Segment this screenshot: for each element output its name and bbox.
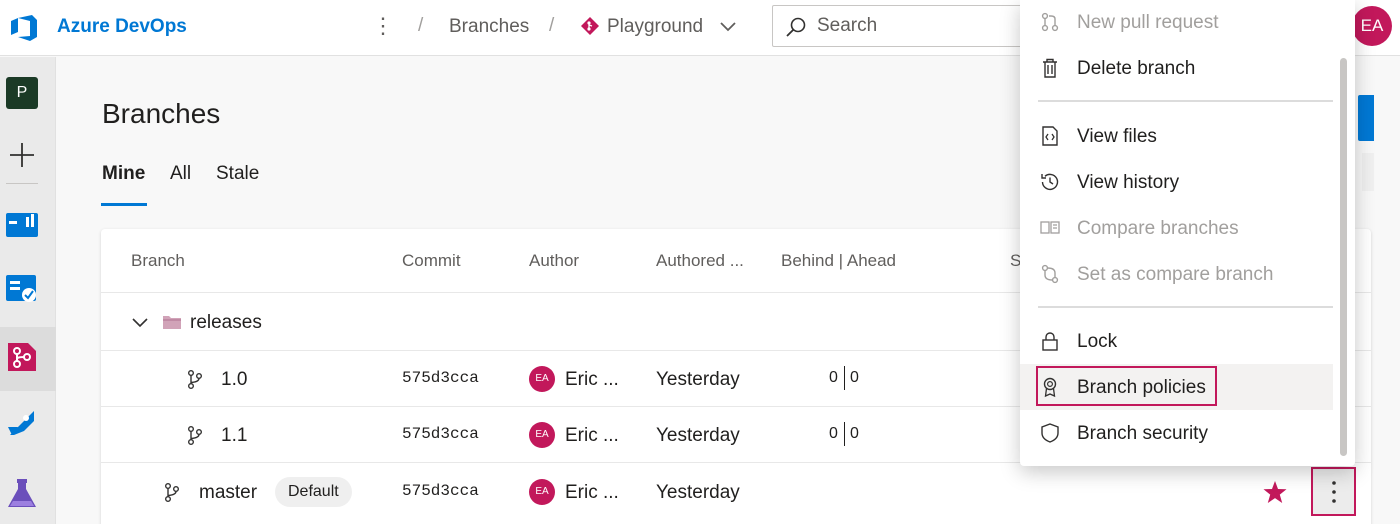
authored-date: Yesterday xyxy=(656,425,740,446)
folder-name[interactable]: releases xyxy=(190,312,262,334)
left-navigation: P xyxy=(0,57,56,524)
behind-ahead-divider xyxy=(844,366,845,390)
menu-scrollbar[interactable] xyxy=(1340,58,1347,456)
menu-item-compare-branches[interactable]: Compare branches xyxy=(1020,206,1335,252)
nav-divider xyxy=(6,183,38,184)
page-title: Branches xyxy=(102,98,221,129)
search-icon xyxy=(786,17,806,37)
menu-item-label: Branch security xyxy=(1077,423,1208,444)
breadcrumb-separator: / xyxy=(418,15,424,36)
default-badge: Default xyxy=(275,477,352,507)
behind-count: 0 xyxy=(829,425,838,442)
chevron-down-icon[interactable] xyxy=(718,17,738,37)
author-name: Eric ... xyxy=(565,425,619,446)
search-box[interactable] xyxy=(772,5,1032,47)
search-input[interactable] xyxy=(817,14,1017,38)
menu-item-view-history[interactable]: View history xyxy=(1020,160,1335,206)
azure-devops-logo-icon[interactable] xyxy=(8,12,40,44)
pipelines-icon[interactable] xyxy=(4,405,40,441)
column-header-behind-ahead[interactable]: Behind | Ahead xyxy=(781,251,896,271)
authored-date: Yesterday xyxy=(656,482,740,503)
menu-item-label: Lock xyxy=(1077,331,1118,352)
authored-date: Yesterday xyxy=(656,369,740,390)
author-name: Eric ... xyxy=(565,369,619,390)
lock-icon xyxy=(1042,332,1058,351)
menu-item-label: Set as compare branch xyxy=(1077,264,1274,285)
add-icon[interactable] xyxy=(6,139,38,171)
ahead-count: 0 xyxy=(850,369,859,386)
behind-ahead-divider xyxy=(844,422,845,446)
pull-request-icon xyxy=(1041,12,1059,32)
repo-icon xyxy=(581,17,599,35)
menu-item-label: New pull request xyxy=(1077,12,1219,33)
menu-item-label: Delete branch xyxy=(1077,58,1196,79)
branch-name[interactable]: master xyxy=(199,482,257,504)
menu-item-delete-branch[interactable]: Delete branch xyxy=(1020,46,1335,92)
repos-icon[interactable] xyxy=(4,339,40,375)
menu-item-label: Compare branches xyxy=(1077,218,1239,239)
branch-icon xyxy=(188,426,202,445)
menu-item-new-pull-request[interactable]: New pull request xyxy=(1020,0,1335,46)
tab-stale[interactable]: Stale xyxy=(216,163,259,185)
new-branch-button[interactable] xyxy=(1358,95,1374,141)
user-avatar[interactable]: EA xyxy=(1352,6,1392,46)
branch-icon xyxy=(165,483,179,502)
menu-item-label: View files xyxy=(1077,126,1157,147)
author-name: Eric ... xyxy=(565,482,619,503)
column-header-author[interactable]: Author xyxy=(529,251,579,271)
branch-name[interactable]: 1.1 xyxy=(221,425,247,447)
chevron-down-icon[interactable] xyxy=(131,314,149,332)
menu-divider xyxy=(1038,306,1333,308)
tab-selected-indicator xyxy=(101,203,147,206)
more-options-icon[interactable]: ⋮ xyxy=(372,12,394,40)
highlight-box xyxy=(1036,366,1217,406)
commit-id[interactable]: 575d3cca xyxy=(402,425,479,443)
overview-icon[interactable] xyxy=(4,205,40,241)
commit-id[interactable]: 575d3cca xyxy=(402,482,479,500)
menu-item-view-files[interactable]: View files xyxy=(1020,114,1335,160)
breadcrumb-separator: / xyxy=(549,15,555,36)
branch-name[interactable]: 1.0 xyxy=(221,369,247,391)
menu-item-set-as-compare-branch[interactable]: Set as compare branch xyxy=(1020,252,1335,298)
menu-item-label: View history xyxy=(1077,172,1180,193)
menu-item-lock[interactable]: Lock xyxy=(1020,319,1335,365)
trash-icon xyxy=(1043,58,1057,78)
column-header-commit[interactable]: Commit xyxy=(402,251,461,271)
behind-count: 0 xyxy=(829,369,838,386)
column-header-authored[interactable]: Authored ... xyxy=(656,251,744,271)
search-branches-field[interactable] xyxy=(1362,153,1374,191)
tab-mine[interactable]: Mine xyxy=(102,163,145,185)
column-header-branch[interactable]: Branch xyxy=(131,251,185,271)
more-actions-button[interactable] xyxy=(1311,467,1356,516)
tab-all[interactable]: All xyxy=(170,163,191,185)
folder-icon xyxy=(163,316,181,329)
menu-item-branch-security[interactable]: Branch security xyxy=(1020,411,1335,457)
test-plans-icon[interactable] xyxy=(4,475,40,511)
menu-divider xyxy=(1038,100,1333,102)
file-code-icon xyxy=(1042,126,1058,146)
breadcrumb-repo[interactable]: Playground xyxy=(607,16,703,38)
commit-id[interactable]: 575d3cca xyxy=(402,369,479,387)
author-avatar: EA xyxy=(529,422,555,448)
compare-icon xyxy=(1040,221,1060,234)
author-avatar: EA xyxy=(529,479,555,505)
history-icon xyxy=(1041,173,1059,191)
brand-name[interactable]: Azure DevOps xyxy=(57,16,187,38)
branch-icon xyxy=(188,370,202,389)
breadcrumb-branches[interactable]: Branches xyxy=(449,16,529,38)
star-icon[interactable] xyxy=(1262,479,1288,505)
ahead-count: 0 xyxy=(850,425,859,442)
author-avatar: EA xyxy=(529,366,555,392)
project-tile[interactable]: P xyxy=(6,77,38,109)
more-vertical-icon xyxy=(1332,481,1336,503)
shield-icon xyxy=(1041,423,1059,443)
boards-icon[interactable] xyxy=(4,269,40,305)
compare-branch-icon xyxy=(1041,264,1059,284)
